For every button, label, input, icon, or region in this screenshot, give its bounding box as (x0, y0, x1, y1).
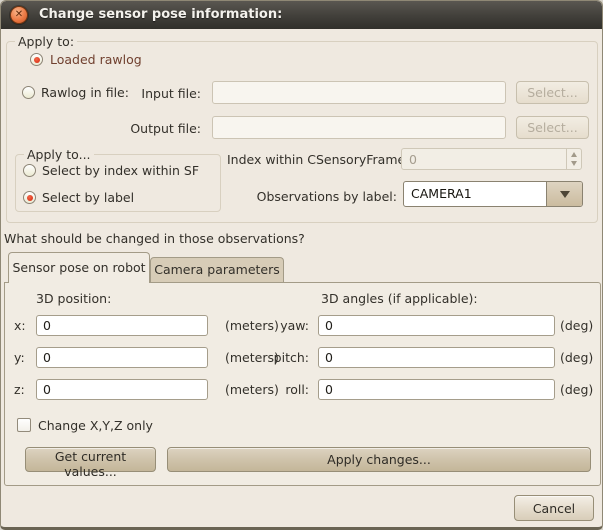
titlebar: ✕ Change sensor pose information: (1, 1, 602, 29)
index-spinner-value: 0 (409, 152, 417, 167)
dropdown-arrow-icon (560, 191, 570, 198)
radio-loaded-rawlog-label[interactable]: Loaded rawlog (50, 52, 142, 67)
yaw-field[interactable] (318, 315, 555, 336)
angles-header: 3D angles (if applicable): (321, 291, 478, 306)
z-label: z: (14, 382, 25, 397)
question-label: What should be changed in those observat… (4, 231, 305, 246)
pitch-field[interactable] (318, 347, 555, 368)
apply-changes-button[interactable]: Apply changes... (167, 447, 591, 472)
observations-combobox[interactable]: CAMERA1 (403, 181, 583, 207)
roll-field[interactable] (318, 379, 555, 400)
tab-sensor-pose[interactable]: Sensor pose on robot (8, 252, 150, 283)
radio-select-by-index[interactable] (23, 164, 36, 177)
output-file-select-button: Select... (516, 116, 589, 139)
roll-label: roll: (267, 382, 309, 397)
spinner-up-icon (571, 152, 577, 157)
input-file-select-button: Select... (516, 81, 589, 104)
position-header: 3D position: (36, 291, 111, 306)
x-label: x: (14, 318, 26, 333)
radio-select-by-label-label[interactable]: Select by label (42, 190, 134, 205)
window-title: Change sensor pose information: (39, 7, 282, 22)
index-spinner: 0 (401, 148, 582, 170)
observations-combobox-arrow-button[interactable] (546, 182, 582, 206)
radio-loaded-rawlog[interactable] (30, 53, 43, 66)
pitch-label: pitch: (267, 350, 309, 365)
dialog-window: ✕ Change sensor pose information: Apply … (0, 0, 603, 530)
radio-select-by-index-label[interactable]: Select by index within SF (42, 163, 199, 178)
index-spinner-buttons (566, 149, 581, 169)
change-xyz-only-label[interactable]: Change X,Y,Z only (38, 418, 153, 433)
output-file-label: Output file: (101, 121, 201, 136)
apply-to-frame-label: Apply to: (15, 34, 77, 49)
radio-select-by-label[interactable] (23, 191, 36, 204)
spinner-down-icon (571, 161, 577, 166)
output-file-field (212, 116, 506, 139)
tab-camera-parameters[interactable]: Camera parameters (150, 257, 284, 282)
input-file-label: Input file: (101, 86, 201, 101)
z-field[interactable] (36, 379, 208, 400)
yaw-unit-label: (deg) (560, 318, 593, 333)
close-icon: ✕ (11, 7, 27, 23)
y-label: y: (14, 350, 25, 365)
get-current-values-button[interactable]: Get current values... (25, 447, 156, 472)
cancel-button[interactable]: Cancel (514, 495, 594, 521)
y-field[interactable] (36, 347, 208, 368)
change-xyz-only-checkbox[interactable] (17, 418, 31, 432)
roll-unit-label: (deg) (560, 382, 593, 397)
observations-by-label-label: Observations by label: (227, 189, 397, 204)
radio-rawlog-in-file[interactable] (22, 86, 35, 99)
close-button[interactable]: ✕ (10, 6, 28, 24)
yaw-label: yaw: (267, 318, 309, 333)
x-field[interactable] (36, 315, 208, 336)
input-file-field (212, 81, 506, 104)
pitch-unit-label: (deg) (560, 350, 593, 365)
observations-combobox-value: CAMERA1 (411, 186, 472, 201)
index-within-csf-label: Index within CSensoryFrame (227, 152, 397, 167)
apply-to-inner-frame-label: Apply to... (24, 147, 94, 162)
